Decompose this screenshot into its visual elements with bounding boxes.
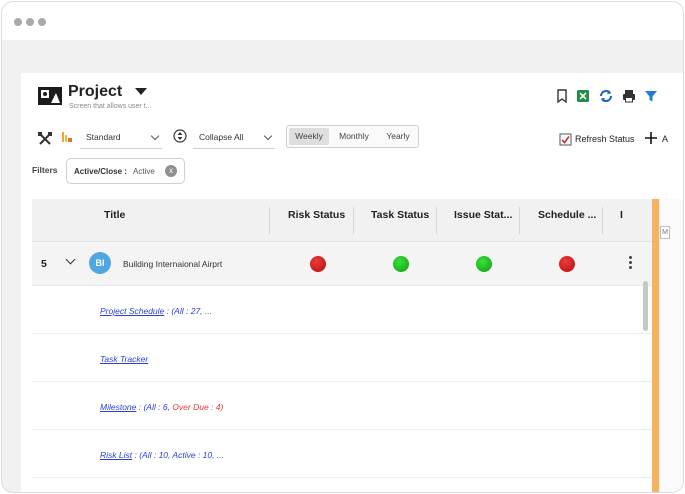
collapse-select-value: Collapse All: [199, 132, 244, 142]
page-title: Project: [68, 83, 123, 100]
project-schedule-link[interactable]: Project Schedule: [100, 306, 164, 316]
project-dropdown-icon[interactable]: [135, 88, 147, 95]
task-tracker-link[interactable]: Task Tracker: [100, 354, 148, 364]
list-item: Risk List : (All : 10, Active : 10, ...: [32, 430, 658, 478]
sub-row-text: Risk List : (All : 10, Active : 10, ...: [100, 450, 224, 460]
gantt-chart-icon: [62, 132, 72, 142]
task-status-indicator: [393, 256, 409, 272]
grid-header: Title Risk Status Task Status Issue Stat…: [32, 199, 658, 242]
column-i[interactable]: I: [620, 209, 623, 221]
splitter-handle[interactable]: [652, 199, 659, 492]
sub-row-meta: : (All : 27, ...: [164, 306, 212, 316]
sync-icon[interactable]: [598, 88, 614, 104]
chevron-down-icon[interactable]: [65, 254, 76, 265]
column-task-status[interactable]: Task Status: [371, 209, 429, 221]
period-weekly[interactable]: Weekly: [289, 128, 329, 145]
vertical-scrollbar[interactable]: [643, 281, 648, 331]
window-dot-1[interactable]: [14, 18, 22, 26]
side-panel: [659, 199, 683, 492]
add-button[interactable]: A: [662, 134, 668, 144]
filter-chip-value: Active: [133, 167, 155, 176]
app-panel: Project Screen that allows user t... Sta…: [21, 73, 683, 492]
column-issue-status[interactable]: Issue Stat...: [454, 209, 512, 221]
window-dot-3[interactable]: [38, 18, 46, 26]
view-select-value: Standard: [86, 132, 121, 142]
more-options-icon[interactable]: [629, 256, 633, 270]
row-title[interactable]: Building Internaional Airprt: [123, 259, 222, 269]
sub-row-text: Milestone : (All : 6, Over Due : 4): [100, 402, 223, 412]
title-bar: [2, 2, 683, 40]
column-schedule[interactable]: Schedule ...: [538, 209, 596, 221]
window-frame: Project Screen that allows user t... Sta…: [1, 1, 684, 493]
filters-label: Filters: [32, 165, 58, 175]
add-icon[interactable]: [645, 132, 657, 144]
column-divider[interactable]: [519, 207, 520, 234]
project-icon: [38, 87, 62, 105]
sub-row-text: Task Tracker: [100, 354, 148, 364]
list-item: Project Schedule : (All : 27, ...: [32, 286, 658, 334]
view-select[interactable]: Standard: [80, 125, 162, 149]
column-divider[interactable]: [602, 207, 603, 234]
milestone-link[interactable]: Milestone: [100, 402, 136, 412]
print-icon[interactable]: [621, 88, 637, 104]
list-item: Task Tracker: [32, 334, 658, 382]
column-divider[interactable]: [269, 207, 270, 234]
column-divider[interactable]: [436, 207, 437, 234]
refresh-status-icon[interactable]: [559, 133, 572, 146]
side-panel-box[interactable]: M: [660, 226, 670, 239]
window-dot-2[interactable]: [26, 18, 34, 26]
period-yearly[interactable]: Yearly: [379, 128, 417, 145]
bookmark-icon[interactable]: [554, 88, 570, 104]
table-row[interactable]: 5 BI Building Internaional Airprt: [32, 242, 658, 286]
filter-chip-key: Active/Close :: [74, 167, 127, 176]
risk-list-link[interactable]: Risk List: [100, 450, 132, 460]
column-divider[interactable]: [353, 207, 354, 234]
chevron-down-icon: [150, 131, 160, 141]
schedule-status-indicator: [559, 256, 575, 272]
refresh-status-button[interactable]: Refresh Status: [575, 134, 635, 144]
risk-status-indicator: [310, 256, 326, 272]
filter-chip[interactable]: Active/Close : Active x: [66, 158, 185, 184]
list-item: Milestone : (All : 6, Over Due : 4): [32, 382, 658, 430]
sub-row-meta: : (All : 10, Active : 10, ...: [132, 450, 224, 460]
avatar: BI: [89, 252, 111, 274]
issue-status-indicator: [476, 256, 492, 272]
page-subtitle: Screen that allows user t...: [69, 103, 152, 110]
column-title[interactable]: Title: [104, 209, 125, 221]
period-monthly[interactable]: Monthly: [332, 128, 376, 145]
row-number: 5: [41, 258, 47, 270]
collapse-icon[interactable]: [173, 129, 187, 143]
period-toggle: Weekly Monthly Yearly: [286, 125, 419, 148]
column-risk-status[interactable]: Risk Status: [288, 209, 345, 221]
overdue-count: Over Due : 4): [172, 402, 224, 412]
excel-icon[interactable]: [575, 88, 591, 104]
chevron-down-icon: [263, 131, 273, 141]
filter-icon[interactable]: [643, 88, 659, 104]
sub-row-meta: : (All : 6,: [136, 402, 173, 412]
close-icon[interactable]: x: [165, 165, 177, 177]
tools-icon[interactable]: [37, 131, 53, 147]
collapse-select[interactable]: Collapse All: [193, 125, 275, 149]
sub-row-text: Project Schedule : (All : 27, ...: [100, 306, 212, 316]
